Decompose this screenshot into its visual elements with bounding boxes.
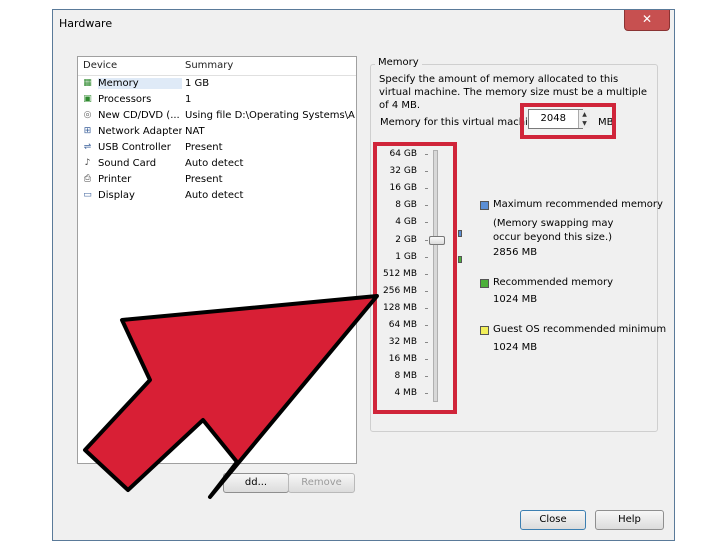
recommended-marker — [458, 256, 462, 263]
add-button[interactable]: dd... — [223, 473, 289, 493]
device-summary: Present — [185, 142, 223, 153]
max-recommended-value: 2856 MB — [493, 247, 538, 258]
recommended-value: 1024 MB — [493, 294, 538, 305]
memory-group-title: Memory — [375, 57, 422, 68]
device-name: Network Adapter — [98, 126, 182, 137]
device-list[interactable]: Device Summary ▦ Memory 1 GB ▣ Processors 1 ◎ N… — [77, 56, 357, 464]
window-title: Hardware — [59, 17, 113, 30]
guest-os-minimum-value: 1024 MB — [493, 342, 538, 353]
device-name: New CD/DVD (... — [98, 110, 180, 121]
device-column-header[interactable]: Device — [83, 60, 117, 71]
device-name: USB Controller — [98, 142, 171, 153]
device-name: Memory — [98, 78, 182, 89]
printer-icon: ⎙ — [83, 174, 92, 184]
cd-dvd-icon: ◎ — [83, 110, 92, 120]
device-summary: 1 GB — [185, 78, 210, 89]
memory-icon: ▦ — [83, 78, 92, 88]
help-button[interactable]: Help — [595, 510, 664, 530]
window-close-button[interactable]: ✕ — [624, 10, 670, 31]
hardware-dialog: Hardware ✕ Device Summary ▦ Memory 1 GB ▣ Pr… — [52, 9, 675, 541]
device-row[interactable]: ⎙ Printer Present — [78, 172, 356, 188]
device-summary: Using file D:\Operating Systems\A... — [185, 110, 355, 121]
guest-os-minimum-swatch — [480, 326, 489, 335]
device-name: Display — [98, 190, 135, 201]
sound-card-icon: ♪ — [84, 158, 91, 168]
recommended-title: Recommended memory — [493, 277, 614, 288]
usb-icon: ⇌ — [83, 142, 92, 152]
device-row[interactable]: ♪ Sound Card Auto detect — [78, 156, 356, 172]
memory-input-highlight — [520, 103, 616, 139]
device-row[interactable]: ▣ Processors 1 — [78, 92, 356, 108]
memory-scale-highlight — [373, 142, 457, 414]
processor-icon: ▣ — [83, 94, 92, 104]
title-bar: Hardware ✕ — [53, 10, 674, 38]
device-summary: 1 — [185, 94, 192, 105]
recommended-swatch — [480, 279, 489, 288]
device-summary: Present — [185, 174, 223, 185]
device-summary: Auto detect — [185, 158, 244, 169]
max-recommended-marker — [458, 230, 462, 237]
device-summary: NAT — [185, 126, 205, 137]
max-recommended-title: Maximum recommended memory — [493, 199, 663, 210]
device-row[interactable]: ▭ Display Auto detect — [78, 188, 356, 204]
device-list-header: Device Summary — [78, 57, 356, 76]
display-icon: ▭ — [83, 190, 92, 200]
remove-button[interactable]: Remove — [288, 473, 355, 493]
device-name: Printer — [98, 174, 132, 185]
close-button[interactable]: Close — [520, 510, 586, 530]
device-name: Processors — [98, 94, 152, 105]
device-summary: Auto detect — [185, 190, 244, 201]
device-row[interactable]: ◎ New CD/DVD (... Using file D:\Operating … — [78, 108, 356, 124]
device-row[interactable]: ▦ Memory 1 GB — [78, 76, 356, 92]
guest-os-minimum-title: Guest OS recommended minimum — [493, 324, 667, 335]
max-recommended-swatch — [480, 201, 489, 210]
device-row[interactable]: ⊞ Network Adapter NAT — [78, 124, 356, 140]
device-row[interactable]: ⇌ USB Controller Present — [78, 140, 356, 156]
network-adapter-icon: ⊞ — [83, 126, 92, 136]
summary-column-header[interactable]: Summary — [185, 60, 233, 71]
max-recommended-note: (Memory swapping may occur beyond this s… — [493, 218, 614, 243]
memory-field-label: Memory for this virtual machine — [380, 117, 541, 128]
device-name: Sound Card — [98, 158, 157, 169]
